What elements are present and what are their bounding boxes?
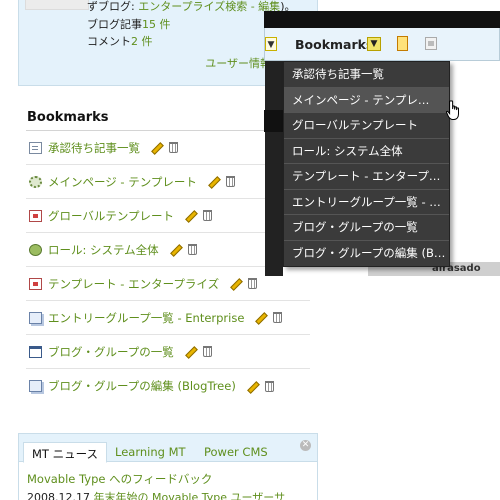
bookmark-link[interactable]: ブログ・グループの一覧 (48, 344, 174, 360)
edit-pencil-icon[interactable] (229, 278, 240, 289)
hand-cursor-icon (446, 100, 459, 120)
trash-icon[interactable] (202, 346, 212, 357)
dropdown-item[interactable]: ロール: システム全体 (284, 139, 449, 164)
dropdown-item[interactable]: グローバルテンプレート (284, 113, 449, 139)
blog-desc-prefix: ずブログ: (87, 0, 139, 13)
edit-pencil-icon[interactable] (246, 381, 257, 392)
trash-icon[interactable] (273, 312, 283, 323)
dropdown-item[interactable]: ブログ・グループの編集 (B… (284, 241, 449, 267)
dropdown-item[interactable]: 承認待ち記事一覧 (284, 62, 449, 88)
edit-pencil-icon[interactable] (254, 312, 265, 323)
template-icon (29, 277, 42, 290)
comments-label: コメント (87, 35, 131, 48)
dropdown-toggle-button[interactable]: ▼ (367, 37, 381, 51)
dropdown-left-edge (265, 61, 283, 276)
dropdown-top-bar (264, 11, 500, 28)
trash-icon[interactable] (225, 176, 235, 187)
bookmark-link[interactable]: ロール: システム全体 (48, 242, 159, 258)
news-entry: 2008.12.17 年末年始の Movable Type ユーザーサ (27, 489, 285, 500)
bookmark-item: エントリーグループ一覧 - Enterprise (26, 301, 310, 335)
bookmark-link[interactable]: メインページ - テンプレート (48, 174, 197, 190)
dropdown-title[interactable]: Bookmarks (295, 37, 373, 52)
news-entry-date: 2008.12.17 (27, 491, 90, 500)
dropdown-dark-strip (264, 110, 284, 132)
trash-icon[interactable] (264, 380, 274, 392)
bookmark-item: ブログ・グループの一覧 (26, 335, 310, 369)
template-icon (29, 209, 42, 222)
bookmark-link[interactable]: ブログ・グループの編集 (BlogTree) (48, 378, 236, 394)
news-entry-link[interactable]: 年末年始の Movable Type ユーザーサ (93, 491, 285, 500)
document-icon (29, 141, 42, 154)
bookmark-link[interactable]: グローバルテンプレート (48, 208, 174, 224)
blog-desc-link[interactable]: エンタープライズ検索 - 編集 (138, 0, 280, 13)
entries-count-link[interactable]: 15 件 (142, 18, 171, 31)
bookmark-icon[interactable] (397, 36, 408, 51)
user-info-link[interactable]: ユーザー情報 (205, 55, 271, 71)
close-icon[interactable]: ✕ (300, 440, 311, 451)
pages-icon (29, 311, 42, 324)
bookmark-link[interactable]: テンプレート - エンタープライズ (48, 276, 219, 292)
bookmark-link[interactable]: 承認待ち記事一覧 (48, 140, 140, 156)
avatar (25, 0, 89, 10)
chevron-down-icon[interactable]: ▼ (265, 37, 277, 51)
trash-icon[interactable] (248, 278, 258, 289)
window-icon (29, 345, 42, 358)
edit-pencil-icon[interactable] (184, 210, 195, 221)
tab-power-cms[interactable]: Power CMS (196, 442, 276, 463)
comments-stat: コメント2 件 (87, 33, 153, 49)
dropdown-item[interactable]: メインページ - テンプレ… (284, 87, 449, 113)
edit-pencil-icon[interactable] (184, 346, 195, 357)
tab-learning-mt[interactable]: Learning MT (107, 442, 194, 463)
news-tabs: MT ニュース Learning MT Power CMS ✕ (19, 434, 317, 463)
comments-count-link[interactable]: 2 件 (131, 35, 153, 48)
dropdown-item[interactable]: エントリーグループ一覧 - … (284, 190, 449, 215)
dropdown-item[interactable]: テンプレート - エンタープ… (284, 164, 449, 190)
tab-mt-news[interactable]: MT ニュース (23, 442, 108, 463)
entries-stat: ブログ記事15 件 (87, 16, 171, 32)
edit-pencil-icon[interactable] (169, 244, 180, 255)
bookmark-item: ブログ・グループの編集 (BlogTree) (26, 369, 310, 403)
trash-icon[interactable] (203, 210, 213, 221)
bookmarks-title: Bookmarks (27, 110, 109, 125)
feedback-link[interactable]: Movable Type へのフィードバック (27, 471, 212, 487)
gear-icon (29, 175, 42, 188)
trash-icon[interactable] (187, 244, 197, 255)
bookmarks-dropdown-menu: 承認待ち記事一覧 メインページ - テンプレ… グローバルテンプレート ロール:… (283, 61, 450, 267)
trash-icon[interactable] (169, 142, 178, 153)
news-widget: MT ニュース Learning MT Power CMS ✕ Movable … (18, 433, 318, 500)
users-icon (29, 243, 42, 256)
edit-pencil-icon[interactable] (207, 176, 218, 187)
bookmark-link[interactable]: エントリーグループ一覧 - Enterprise (48, 310, 244, 326)
pages-icon (29, 380, 42, 392)
entries-label: ブログ記事 (87, 18, 142, 31)
lock-icon[interactable] (425, 37, 437, 50)
dropdown-item[interactable]: ブログ・グループの一覧 (284, 215, 449, 241)
edit-pencil-icon[interactable] (150, 142, 161, 153)
